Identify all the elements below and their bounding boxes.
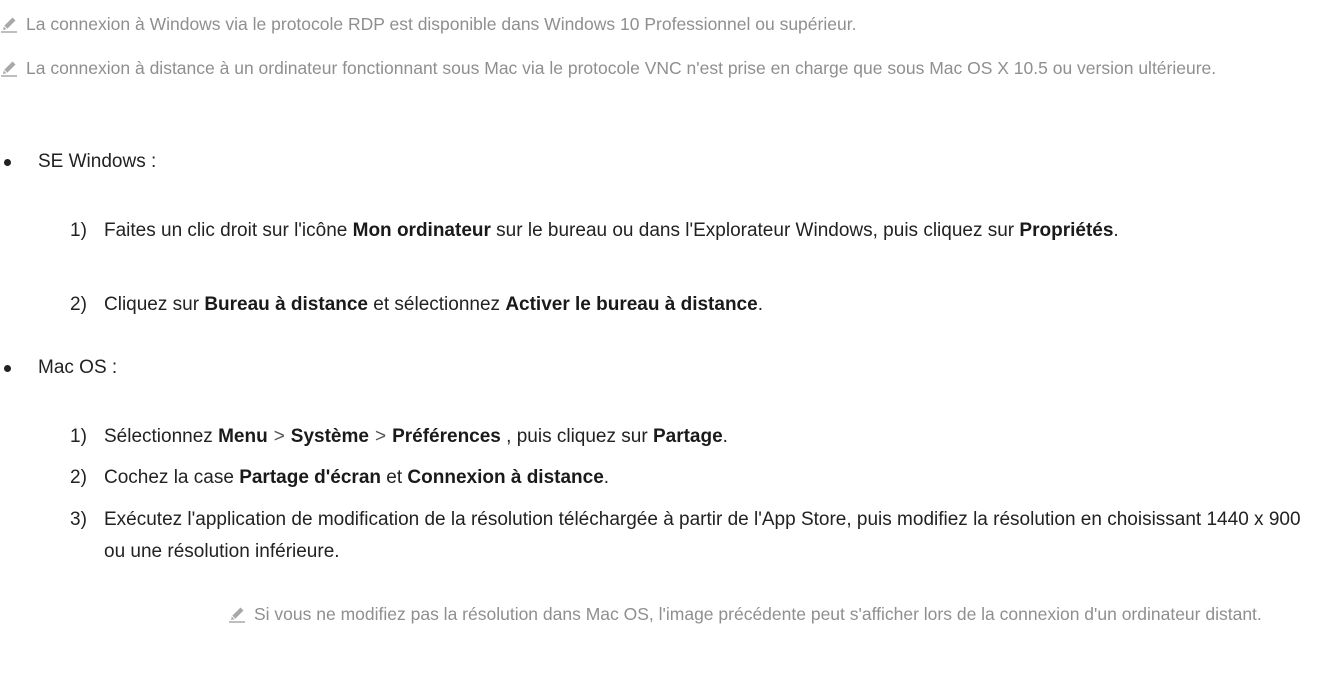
note-vnc: La connexion à distance à un ordinateur … — [0, 52, 1256, 84]
bullet-dot-icon — [4, 158, 11, 166]
ui-term-systeme: Système — [290, 426, 369, 447]
mac-heading-text: Mac OS : — [38, 357, 118, 378]
ui-term-menu: Menu — [218, 426, 268, 447]
mac-step-1: 1) Sélectionnez Menu > Système > Préférences… — [70, 421, 1304, 453]
chevron-right-icon: > — [273, 426, 285, 447]
mac-step-2: 2) Cochez la case Partage d'écran et Con… — [70, 462, 1304, 494]
step-number: 1) — [70, 426, 87, 447]
ui-term-proprietes: Propriétés — [1019, 220, 1114, 241]
ui-term-connexion-a-distance: Connexion à distance — [407, 467, 604, 488]
step-text: Cochez la case Partage d'écran et Connex… — [104, 467, 610, 488]
mac-step-3: 3) Exécutez l'application de modificatio… — [70, 504, 1304, 568]
windows-step-2: 2) Cliquez sur Bureau à distance et séle… — [70, 289, 1304, 321]
step-number: 1) — [70, 220, 87, 241]
step-number: 3) — [70, 509, 87, 530]
bullet-dot-icon — [4, 364, 11, 372]
windows-section-heading: SE Windows : — [0, 146, 156, 178]
pencil-icon — [0, 52, 26, 84]
ui-term-activer-bureau: Activer le bureau à distance — [505, 294, 758, 315]
mac-section-heading: Mac OS : — [0, 352, 117, 384]
pencil-icon — [228, 598, 254, 630]
ui-term-partage-ecran: Partage d'écran — [239, 467, 381, 488]
windows-step-1: 1) Faites un clic droit sur l'icône Mon … — [70, 215, 1304, 247]
ui-term-preferences: Préférences — [392, 426, 501, 447]
pencil-icon — [0, 8, 26, 40]
chevron-right-icon: > — [374, 426, 387, 447]
step-number: 2) — [70, 294, 87, 315]
ui-term-partage: Partage — [652, 426, 723, 447]
ui-term-mon-ordinateur: Mon ordinateur — [352, 220, 491, 241]
note-text: Si vous ne modifiez pas la résolution da… — [254, 604, 1262, 624]
step-text: Faites un clic droit sur l'icône Mon ord… — [104, 220, 1119, 241]
step-text: Exécutez l'application de modification d… — [104, 509, 1301, 562]
windows-heading-text: SE Windows : — [38, 151, 157, 172]
note-text: La connexion à distance à un ordinateur … — [26, 58, 1217, 78]
note-rdp: La connexion à Windows via le protocole … — [0, 8, 1256, 40]
step-text: Sélectionnez Menu > Système > Préférences , … — [104, 421, 1304, 453]
step-number: 2) — [70, 467, 87, 488]
note-resolution: Si vous ne modifiez pas la résolution da… — [228, 598, 1317, 630]
ui-term-bureau-a-distance: Bureau à distance — [204, 294, 368, 315]
note-text: La connexion à Windows via le protocole … — [26, 14, 857, 34]
step-text: Cliquez sur Bureau à distance et sélecti… — [104, 294, 763, 315]
